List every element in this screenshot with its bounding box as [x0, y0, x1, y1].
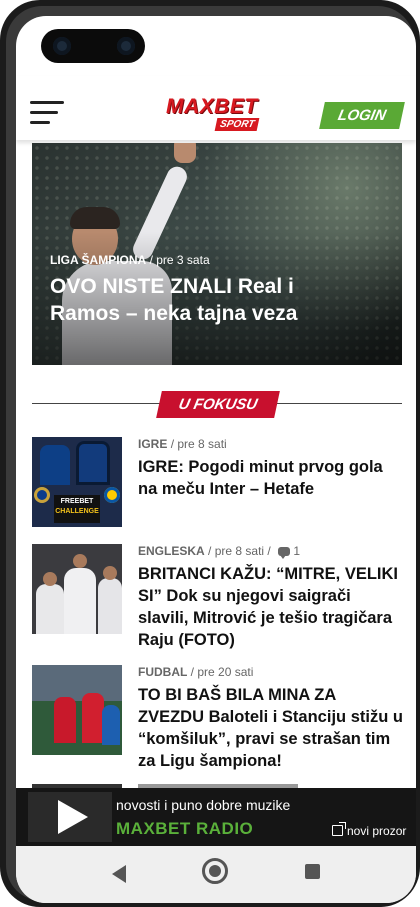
logo-text: MAXBET: [166, 95, 258, 118]
article-category[interactable]: ENGLESKA: [138, 544, 205, 558]
hero-time: pre 3 sata: [156, 253, 210, 267]
article-time: pre 8 sati: [177, 437, 227, 451]
hero-article[interactable]: LIGA ŠAMPIONA / pre 3 sata OVO NISTE ZNA…: [32, 143, 402, 365]
thumb-banner: FREEBET CHALLENGE: [54, 495, 100, 523]
article-meta: FUDBAL / pre 20 sati: [138, 665, 254, 679]
maxbet-sport-logo[interactable]: MAXBET SPORT: [166, 92, 270, 136]
comment-icon: [278, 547, 291, 560]
play-icon: [58, 800, 88, 834]
article-thumbnail[interactable]: [32, 665, 122, 755]
article-time: pre 8 sati: [214, 544, 265, 558]
article-thumbnail[interactable]: [32, 544, 122, 634]
new-window-label: novi prozor: [347, 824, 407, 838]
list-item[interactable]: FREEBET CHALLENGE IGRE / pre 8 sati IGRE…: [32, 437, 402, 529]
recent-apps-icon[interactable]: [305, 864, 320, 879]
article-title[interactable]: BRITANCI KAŽU: “MITRE, VELIKI SI” Dok su…: [138, 563, 404, 651]
back-icon[interactable]: [112, 865, 126, 883]
camera-lens-icon: [117, 37, 135, 55]
radio-player-bar: novosti i puno dobre muzike MAXBET RADIO…: [16, 788, 416, 846]
article-thumbnail[interactable]: FREEBET CHALLENGE: [32, 437, 122, 527]
article-time: pre 20 sati: [197, 665, 254, 679]
phone-frame: MAXBET SPORT LOGIN LIGA ŠAMPIONA / pre 3…: [0, 0, 420, 907]
section-label-u-fokusu: U FOKUSU: [156, 391, 280, 418]
article-meta: ENGLESKA / pre 8 sati / 1: [138, 544, 301, 560]
inter-crest-icon: [34, 487, 50, 503]
list-item[interactable]: FUDBAL / pre 20 sati TO BI BAŠ BILA MINA…: [32, 665, 404, 775]
hamburger-menu-icon[interactable]: [30, 101, 64, 127]
login-button[interactable]: LOGIN: [319, 102, 405, 129]
article-meta: IGRE / pre 8 sati: [138, 437, 227, 451]
hero-category[interactable]: LIGA ŠAMPIONA: [50, 253, 146, 267]
radio-name: MAXBET RADIO: [116, 819, 254, 838]
getafe-crest-icon: [104, 487, 120, 503]
hero-title[interactable]: OVO NISTE ZNALI Real i Ramos – neka tajn…: [50, 273, 300, 327]
external-link-icon: [332, 822, 346, 836]
camera-cutout: [41, 29, 145, 63]
phone-bezel: MAXBET SPORT LOGIN LIGA ŠAMPIONA / pre 3…: [6, 6, 416, 903]
play-button[interactable]: [28, 792, 112, 842]
logo-subtext: SPORT: [214, 118, 260, 131]
article-category[interactable]: FUDBAL: [138, 665, 187, 679]
new-window-link[interactable]: novi prozor: [332, 822, 407, 838]
comment-count[interactable]: 1: [293, 544, 300, 558]
article-category[interactable]: IGRE: [138, 437, 167, 451]
site-header: MAXBET SPORT LOGIN: [16, 76, 416, 140]
home-icon[interactable]: [202, 858, 228, 884]
list-item[interactable]: ENGLESKA / pre 8 sati / 1 BRITANCI KAŽU:…: [32, 544, 402, 654]
screen: MAXBET SPORT LOGIN LIGA ŠAMPIONA / pre 3…: [16, 16, 416, 903]
article-title[interactable]: TO BI BAŠ BILA MINA ZA ZVEZDU Baloteli i…: [138, 684, 404, 772]
android-nav-bar: [16, 846, 416, 903]
radio-tagline: novosti i puno dobre muzike: [116, 797, 291, 813]
hero-meta: LIGA ŠAMPIONA / pre 3 sata: [50, 253, 210, 267]
camera-lens-icon: [53, 37, 71, 55]
article-title[interactable]: IGRE: Pogodi minut prvog gola na meču In…: [138, 456, 404, 500]
